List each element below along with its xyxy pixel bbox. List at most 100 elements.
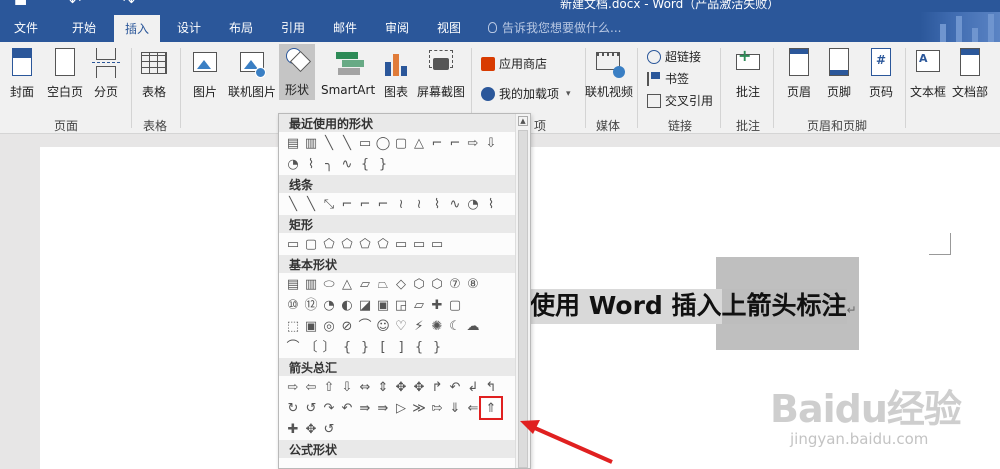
shape-item[interactable]: ⇕ — [374, 378, 392, 396]
online-picture-button[interactable]: 联机图片 — [228, 46, 276, 100]
shapes-button[interactable]: 形状 — [279, 44, 315, 100]
shape-item[interactable]: ⇰ — [428, 399, 446, 417]
online-video-button[interactable]: 联机视频 — [585, 46, 633, 100]
shape-item[interactable]: ⑩ — [284, 296, 302, 314]
header-button[interactable]: 页眉 — [785, 46, 813, 100]
shape-item[interactable]: ⑦ — [446, 275, 464, 293]
shape-item[interactable]: ╮ — [320, 155, 338, 173]
shape-item[interactable]: ⌐ — [428, 134, 446, 152]
shape-item[interactable]: ◐ — [338, 296, 356, 314]
shape-item[interactable]: { — [410, 338, 428, 356]
shape-item[interactable]: ⬠ — [338, 235, 356, 253]
shape-item[interactable]: ↺ — [320, 420, 338, 438]
shape-item[interactable]: ⇐ — [464, 399, 482, 417]
shape-item[interactable]: ◔ — [464, 195, 482, 213]
shape-item[interactable]: ⇨ — [284, 378, 302, 396]
shape-item[interactable]: ↰ — [482, 378, 500, 396]
shape-item[interactable]: 〔 — [302, 338, 320, 356]
shape-item[interactable]: ⬠ — [374, 235, 392, 253]
shape-item[interactable]: { — [338, 338, 356, 356]
shape-item[interactable]: ▢ — [446, 296, 464, 314]
shape-item[interactable]: ◔ — [284, 155, 302, 173]
shape-item[interactable]: ⇦ — [302, 378, 320, 396]
shape-item[interactable]: ⇛ — [356, 399, 374, 417]
shape-item[interactable]: ↶ — [338, 399, 356, 417]
shape-item[interactable]: ▥ — [302, 275, 320, 293]
chart-button[interactable]: 图表 — [382, 46, 410, 100]
tab-review[interactable]: 审阅 — [385, 19, 409, 36]
tab-design[interactable]: 设计 — [177, 19, 201, 36]
shape-item[interactable]: ▣ — [374, 296, 392, 314]
shape-item[interactable]: ╲ — [320, 134, 338, 152]
shape-item[interactable]: ✺ — [428, 317, 446, 335]
shape-item[interactable]: ⇛ — [374, 399, 392, 417]
shape-item[interactable]: ⤡ — [320, 195, 338, 213]
shape-item[interactable]: ♡ — [392, 317, 410, 335]
shape-item[interactable]: ▱ — [356, 275, 374, 293]
shape-item[interactable]: ⌒ — [284, 338, 302, 356]
hyperlink-button[interactable]: 超链接 — [647, 48, 701, 65]
shape-item[interactable]: } — [428, 338, 446, 356]
shape-item[interactable]: ✥ — [302, 420, 320, 438]
shape-item[interactable]: ◲ — [392, 296, 410, 314]
table-button[interactable]: 表格 — [140, 46, 168, 100]
shape-item[interactable]: 〕 — [320, 338, 338, 356]
footer-button[interactable]: 页脚 — [825, 46, 853, 100]
shape-item[interactable]: [ — [374, 338, 392, 356]
shape-item[interactable]: ✚ — [428, 296, 446, 314]
picture-button[interactable]: 图片 — [191, 46, 219, 100]
save-icon[interactable]: ▬ — [14, 0, 27, 10]
shape-item[interactable]: ▤ — [284, 275, 302, 293]
shape-item[interactable]: △ — [410, 134, 428, 152]
shape-item[interactable]: ⬚ — [284, 317, 302, 335]
shape-item[interactable]: ⚡ — [410, 317, 428, 335]
shape-item[interactable]: ╲ — [302, 195, 320, 213]
shape-item[interactable]: ≀ — [392, 195, 410, 213]
smartart-button[interactable]: SmartArt — [321, 46, 375, 97]
shape-item[interactable]: ⏢ — [374, 275, 392, 293]
scroll-up-arrow-icon[interactable]: ▲ — [518, 116, 528, 126]
shape-item[interactable]: ⑫ — [302, 296, 320, 314]
shape-item[interactable]: ▱ — [410, 296, 428, 314]
shape-item[interactable]: ⌒ — [356, 317, 374, 335]
redo-icon[interactable]: ↷ — [123, 0, 135, 10]
shape-item[interactable]: ↷ — [320, 399, 338, 417]
shape-item[interactable]: ⌐ — [374, 195, 392, 213]
tab-references[interactable]: 引用 — [281, 19, 305, 36]
shape-item[interactable]: ▢ — [392, 134, 410, 152]
shape-item[interactable]: { — [356, 155, 374, 173]
shape-item[interactable]: ↲ — [464, 378, 482, 396]
tab-insert[interactable]: 插入 — [114, 15, 161, 42]
shape-item[interactable]: ⬡ — [428, 275, 446, 293]
shape-item[interactable]: ╲ — [338, 134, 356, 152]
shape-item[interactable]: ↶ — [446, 378, 464, 396]
tab-layout[interactable]: 布局 — [229, 19, 253, 36]
shape-item[interactable]: △ — [338, 275, 356, 293]
crossref-button[interactable]: 交叉引用 — [647, 92, 713, 109]
shape-item[interactable]: ⌇ — [302, 155, 320, 173]
shape-item[interactable]: ≫ — [410, 399, 428, 417]
shape-item[interactable]: ⬠ — [320, 235, 338, 253]
docparts-button[interactable]: 文档部 — [952, 46, 988, 100]
cover-page-button[interactable]: 封面 — [8, 46, 36, 100]
shape-item[interactable]: } — [374, 155, 392, 173]
textbox-button[interactable]: A 文本框 — [910, 46, 946, 100]
shape-item[interactable]: ⇩ — [482, 134, 500, 152]
tab-mailings[interactable]: 邮件 — [333, 19, 357, 36]
shape-item[interactable]: ▭ — [392, 235, 410, 253]
store-button[interactable]: 应用商店 — [481, 55, 547, 72]
shape-item[interactable]: ⌐ — [446, 134, 464, 152]
shape-item[interactable]: ⇩ — [338, 378, 356, 396]
shape-item[interactable]: ╲ — [284, 195, 302, 213]
shape-item[interactable]: ↻ — [284, 399, 302, 417]
shape-item[interactable]: ▢ — [302, 235, 320, 253]
blank-page-button[interactable]: 空白页 — [47, 46, 83, 100]
shape-item[interactable]: ✥ — [410, 378, 428, 396]
shape-item[interactable]: ⑧ — [464, 275, 482, 293]
shape-item[interactable]: ⌐ — [356, 195, 374, 213]
shape-item[interactable]: ⊘ — [338, 317, 356, 335]
shape-item[interactable]: ▭ — [428, 235, 446, 253]
shape-item[interactable]: ↱ — [428, 378, 446, 396]
my-addins-button[interactable]: 我的加载项 ▾ — [481, 85, 571, 102]
shape-item[interactable]: ▭ — [410, 235, 428, 253]
